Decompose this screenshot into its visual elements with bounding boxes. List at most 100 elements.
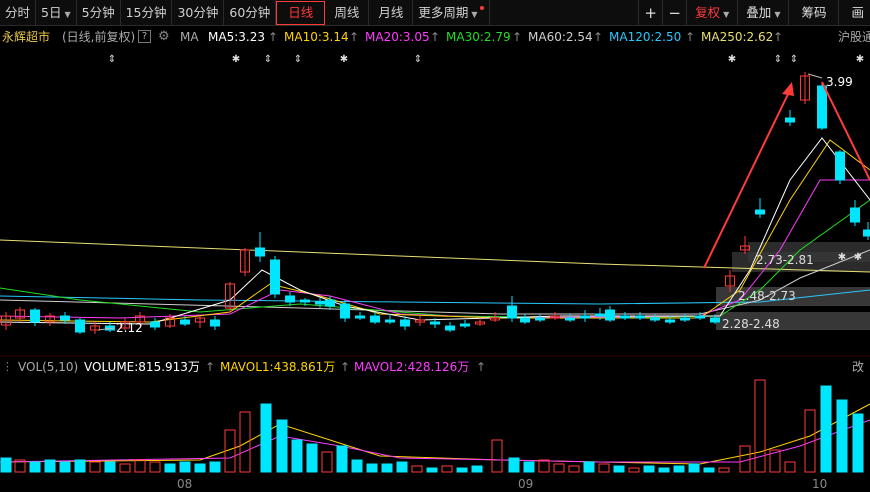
- event-markers: ⇕ ✱ ⇕ ⇕ ✱ ⇕ ✱ ⇕ ⇕ ✱ ✱ ✱: [108, 54, 864, 263]
- high-price-label: 3.99: [826, 75, 853, 89]
- volume-bar: [179, 461, 191, 473]
- volume-bar: [820, 385, 832, 473]
- event-marker-icon: ✱: [838, 252, 846, 263]
- event-marker-icon: ⇕: [790, 54, 798, 65]
- volume-bar: [508, 457, 520, 473]
- candle-body: [355, 315, 365, 319]
- x-axis-label-sep: 09: [518, 477, 534, 491]
- volume-bar: [164, 463, 176, 473]
- volume-bar: [411, 465, 423, 473]
- x-axis-label-oct: 10: [812, 477, 828, 491]
- event-marker-icon: ✱: [856, 54, 864, 65]
- candle-body: [445, 325, 455, 331]
- candle-body: [650, 317, 660, 321]
- volume-bar: [59, 461, 71, 473]
- trend-arrow-up: [703, 89, 791, 269]
- volume-bar: [456, 467, 468, 473]
- volume-bar: [426, 467, 438, 473]
- low-price-label: 2.12: [116, 321, 143, 335]
- event-marker-icon: ✱: [340, 54, 348, 65]
- candle-body: [605, 309, 615, 321]
- x-axis-label-aug: 08: [177, 477, 193, 491]
- chip-range-label: 2.48-2.73: [738, 289, 796, 303]
- event-marker-icon: ⇕: [264, 54, 272, 65]
- candle-body: [285, 295, 295, 303]
- event-marker-icon: ⇕: [108, 54, 116, 65]
- price-labels: 3.99 2.12 2.73-2.81 2.48-2.73 2.28-2.48: [97, 73, 853, 335]
- candle-body: [150, 321, 160, 328]
- candle-body: [460, 323, 470, 327]
- candle-body: [430, 321, 440, 325]
- volume-bar: [583, 461, 595, 473]
- volume-bar: [754, 379, 766, 473]
- volume-bar: [306, 443, 318, 473]
- volume-bar: [784, 461, 796, 473]
- volume-bar: [673, 465, 685, 473]
- candle-body: [595, 313, 605, 317]
- volume-bar: [658, 467, 670, 473]
- volume-bar: [209, 461, 221, 473]
- event-marker-icon: ✱: [854, 252, 862, 263]
- volume-bar: [598, 463, 610, 473]
- volume-bar: [688, 463, 700, 473]
- trend-arrow-down: [821, 81, 870, 181]
- volume-bar: [553, 463, 565, 473]
- volume-bar: [381, 463, 393, 473]
- volume-bar: [836, 399, 848, 473]
- volume-bar: [441, 465, 453, 473]
- candle-body: [507, 305, 517, 319]
- volume-bar: [523, 461, 535, 473]
- candle-body: [863, 229, 870, 237]
- volume-bar: [628, 467, 640, 473]
- chip-range-label: 2.73-2.81: [756, 253, 814, 267]
- candle-body: [325, 299, 335, 307]
- candle-body: [565, 317, 575, 321]
- candle-body: [785, 117, 795, 123]
- candle-body: [340, 303, 350, 319]
- volume-bar: [276, 419, 288, 473]
- volume-bar: [119, 463, 131, 473]
- candle-body: [755, 209, 765, 215]
- volume-bar: [74, 459, 86, 473]
- candle-body: [695, 315, 705, 319]
- candle-body: [30, 309, 40, 323]
- volume-bar: [321, 451, 333, 473]
- volume-bar: [396, 461, 408, 473]
- volume-bar: [239, 411, 251, 473]
- volume-bar: [351, 459, 363, 473]
- kline-chart[interactable]: ⇕ ✱ ⇕ ⇕ ✱ ⇕ ✱ ⇕ ⇕ ✱ ✱ ✱ 3.99 2.12 2.73-2.81 2.48-2.73 2…: [0, 0, 870, 492]
- chip-range-label: 2.28-2.48: [722, 317, 780, 331]
- event-marker-icon: ✱: [232, 54, 240, 65]
- candle-body: [850, 207, 860, 223]
- volume-bar: [0, 457, 12, 473]
- volume-bar: [260, 403, 272, 473]
- volume-bar: [29, 461, 41, 473]
- volume-bar: [104, 461, 116, 473]
- volume-bar: [471, 465, 483, 473]
- volume-bar: [643, 465, 655, 473]
- candle-body: [255, 247, 265, 257]
- volume-bar: [568, 465, 580, 473]
- candle-body: [210, 319, 220, 327]
- volume-bar: [291, 439, 303, 473]
- candle-body: [180, 319, 190, 325]
- candle-body: [60, 315, 70, 321]
- volume-bar: [703, 467, 715, 473]
- volume-bar: [149, 461, 161, 473]
- volume-bar: [134, 459, 146, 473]
- volume-bar: [538, 459, 550, 473]
- candle-body: [315, 301, 325, 305]
- volume-bar: [739, 445, 751, 473]
- arrow-head-icon: [782, 82, 794, 96]
- volume-bar: [366, 463, 378, 473]
- candle-body: [75, 319, 85, 333]
- event-marker-icon: ⇕: [774, 54, 782, 65]
- candle-body: [520, 317, 530, 323]
- candle-body: [385, 319, 395, 323]
- candle-body: [535, 317, 545, 321]
- volume-bar: [194, 463, 206, 473]
- candle-body: [270, 259, 280, 295]
- candle-body: [835, 151, 845, 181]
- volume-bar: [336, 445, 348, 473]
- event-marker-icon: ⇕: [294, 54, 302, 65]
